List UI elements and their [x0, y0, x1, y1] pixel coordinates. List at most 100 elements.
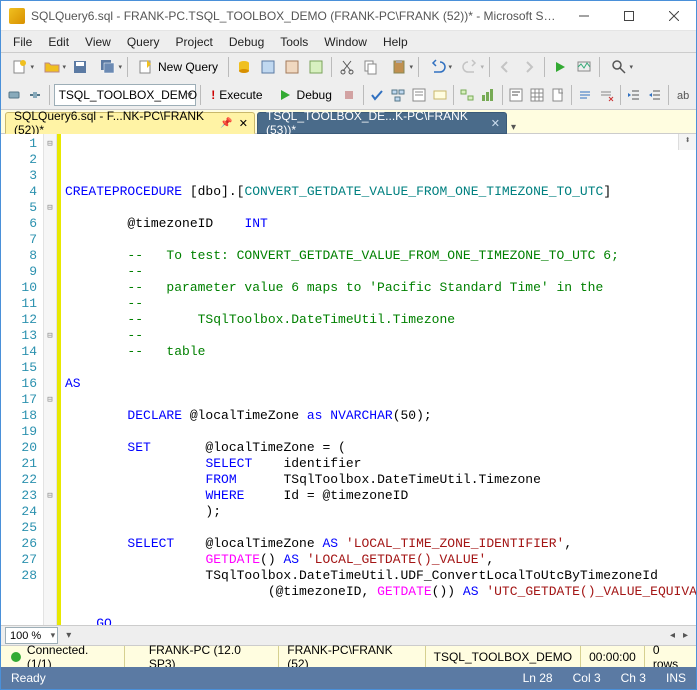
outdent-button[interactable] [645, 84, 664, 106]
code-line[interactable]: -- [65, 328, 696, 344]
code-area[interactable]: ⬍ CREATEPROCEDURE [dbo].[CONVERT_GETDATE… [61, 134, 696, 625]
parse-button[interactable] [368, 84, 387, 106]
debug-button[interactable]: Debug [271, 84, 338, 106]
status-ln: Ln 28 [513, 671, 563, 685]
svg-text:ab: ab [677, 90, 689, 102]
uncomment-button[interactable] [597, 84, 616, 106]
code-line[interactable]: GETDATE() AS 'LOCAL_GETDATE()_VALUE', [65, 552, 696, 568]
hscroll-left[interactable]: ◂ [666, 630, 679, 641]
pin-icon[interactable]: 📌 [220, 118, 232, 129]
query-options-button[interactable] [409, 84, 428, 106]
nav-back-button[interactable] [494, 56, 516, 78]
intellisense-button[interactable] [430, 84, 449, 106]
code-line[interactable]: -- TSqlToolbox.DateTimeUtil.Timezone [65, 312, 696, 328]
save-button[interactable] [69, 56, 91, 78]
menu-project[interactable]: Project [168, 33, 221, 51]
code-line[interactable]: -- parameter value 6 maps to 'Pacific St… [65, 280, 696, 296]
undo-button[interactable]: ▾ [423, 56, 453, 78]
ready-label: Ready [1, 671, 56, 685]
code-line[interactable] [65, 600, 696, 616]
hscroll-right[interactable]: ▸ [679, 630, 692, 641]
close-button[interactable] [651, 1, 696, 31]
menu-file[interactable]: File [5, 33, 40, 51]
menu-query[interactable]: Query [119, 33, 168, 51]
close-tab-icon[interactable]: ✕ [239, 117, 248, 130]
code-line[interactable]: @timezoneID INT [65, 216, 696, 232]
new-project-button[interactable]: ▾ [5, 56, 35, 78]
code-line[interactable]: FROM TSqlToolbox.DateTimeUtil.Timezone [65, 472, 696, 488]
code-line[interactable]: ); [65, 504, 696, 520]
indent-button[interactable] [625, 84, 644, 106]
connect-button[interactable] [26, 84, 45, 106]
cancel-query-button[interactable] [340, 84, 359, 106]
doc-tab-0[interactable]: SQLQuery6.sql - F...NK-PC\FRANK (52))*📌✕ [5, 112, 255, 134]
code-line[interactable]: CREATEPROCEDURE [dbo].[CONVERT_GETDATE_V… [65, 184, 696, 200]
change-connection-button[interactable] [5, 84, 24, 106]
execute-button[interactable]: ! Execute [205, 84, 268, 106]
activity-monitor-button[interactable] [573, 56, 595, 78]
code-line[interactable]: WHERE Id = @timezoneID [65, 488, 696, 504]
maximize-button[interactable] [606, 1, 651, 31]
status-bar: Ready Ln 28 Col 3 Ch 3 INS [1, 667, 696, 689]
new-query-button[interactable]: New Query [132, 56, 224, 78]
minimize-button[interactable] [561, 1, 606, 31]
code-line[interactable]: -- [65, 296, 696, 312]
database-combo[interactable]: TSQL_TOOLBOX_DEMO [54, 84, 197, 106]
code-line[interactable] [65, 200, 696, 216]
code-line[interactable]: -- table [65, 344, 696, 360]
code-line[interactable]: DECLARE @localTimeZone as NVARCHAR(50); [65, 408, 696, 424]
code-line[interactable] [65, 232, 696, 248]
code-line[interactable]: SELECT identifier [65, 456, 696, 472]
code-line[interactable]: AS [65, 376, 696, 392]
tab-scroll-button[interactable]: ▾ [509, 122, 518, 133]
include-plan-button[interactable] [458, 84, 477, 106]
db-engine-query-button[interactable] [233, 56, 255, 78]
estimated-plan-button[interactable] [389, 84, 408, 106]
menu-help[interactable]: Help [375, 33, 416, 51]
status-col: Col 3 [563, 671, 611, 685]
comment-button[interactable] [576, 84, 595, 106]
menu-view[interactable]: View [77, 33, 119, 51]
find-button[interactable]: ▾ [604, 56, 634, 78]
menu-edit[interactable]: Edit [40, 33, 77, 51]
results-file-button[interactable] [548, 84, 567, 106]
results-grid-button[interactable] [527, 84, 546, 106]
fold-gutter[interactable]: ⊟⊟⊟⊟⊟ [43, 134, 57, 625]
dmx-query-button[interactable] [281, 56, 303, 78]
zoom-arrow[interactable]: ▾ [62, 630, 75, 641]
close-tab-icon[interactable]: ✕ [491, 117, 500, 130]
start-button[interactable] [549, 56, 571, 78]
results-text-button[interactable] [507, 84, 526, 106]
code-line[interactable]: (@timezoneID, GETDATE()) AS 'UTC_GETDATE… [65, 584, 696, 600]
code-line[interactable]: GO [65, 616, 696, 625]
copy-button[interactable] [360, 56, 382, 78]
xmla-query-button[interactable] [305, 56, 327, 78]
code-line[interactable]: TSqlToolbox.DateTimeUtil.UDF_ConvertLoca… [65, 568, 696, 584]
menu-tools[interactable]: Tools [272, 33, 316, 51]
code-line[interactable] [65, 424, 696, 440]
template-params-button[interactable]: ab [673, 84, 692, 106]
include-stats-button[interactable] [479, 84, 498, 106]
redo-button[interactable]: ▾ [455, 56, 485, 78]
menu-window[interactable]: Window [316, 33, 375, 51]
code-line[interactable]: -- To test: CONVERT_GETDATE_VALUE_FROM_O… [65, 248, 696, 264]
status-ch: Ch 3 [611, 671, 656, 685]
paste-button[interactable]: ▾ [384, 56, 414, 78]
code-line[interactable]: -- [65, 264, 696, 280]
code-line[interactable] [65, 520, 696, 536]
open-button[interactable]: ▾ [37, 56, 67, 78]
cut-button[interactable] [336, 56, 358, 78]
code-line[interactable] [65, 360, 696, 376]
doc-tab-1[interactable]: TSQL_TOOLBOX_DE...K-PC\FRANK (53))*✕ [257, 112, 507, 134]
code-editor[interactable]: 1234567891011121314151617181920212223242… [1, 134, 696, 625]
menu-bar: FileEditViewQueryProjectDebugToolsWindow… [1, 31, 696, 53]
nav-forward-button[interactable] [518, 56, 540, 78]
zoom-combo[interactable]: 100 % [5, 627, 58, 644]
code-line[interactable]: SET @localTimeZone = ( [65, 440, 696, 456]
split-button[interactable]: ⬍ [678, 134, 696, 150]
code-line[interactable] [65, 392, 696, 408]
save-all-button[interactable]: ▾ [93, 56, 123, 78]
code-line[interactable]: SELECT @localTimeZone AS 'LOCAL_TIME_ZON… [65, 536, 696, 552]
mdx-query-button[interactable] [257, 56, 279, 78]
menu-debug[interactable]: Debug [221, 33, 272, 51]
